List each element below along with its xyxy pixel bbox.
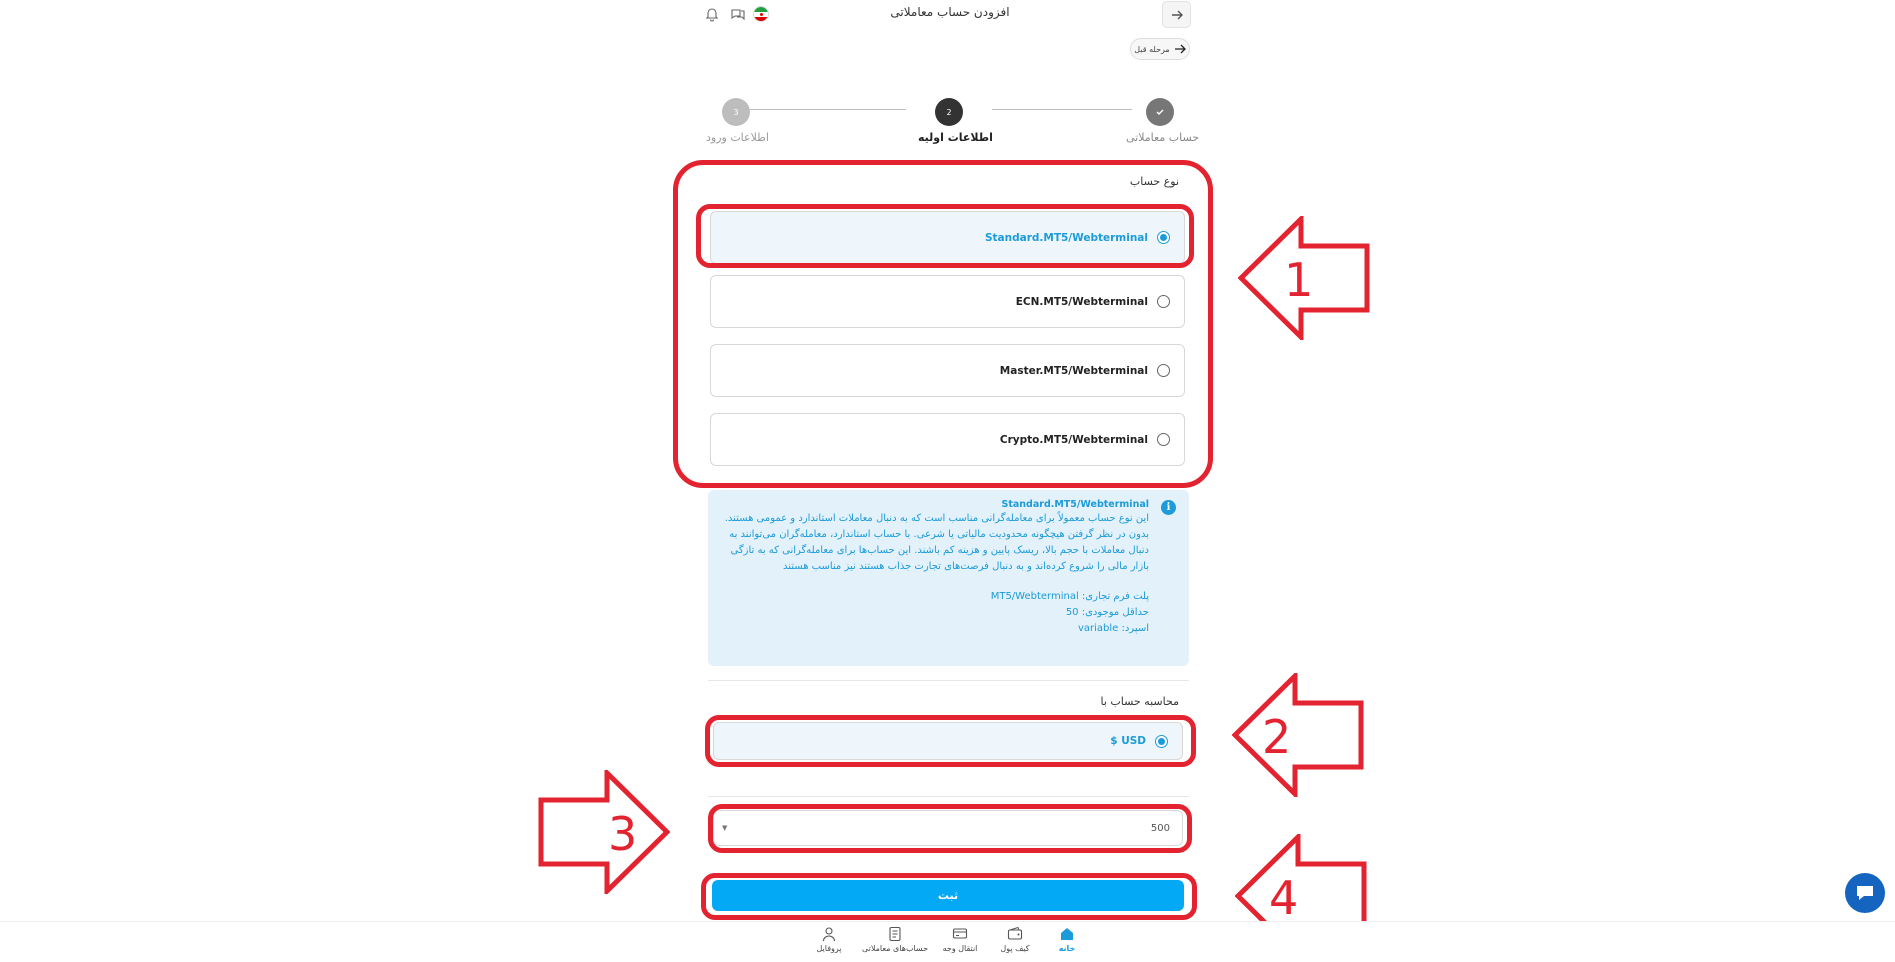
annotation-arrow-1: 1 [1238, 216, 1370, 340]
bottom-navigation: پروفایل حساب‌های معاملاتی انتقال وجه کیف… [0, 921, 1895, 962]
annotation-highlight-submit [701, 873, 1197, 920]
step-1-circle [1146, 98, 1174, 126]
support-chat-button[interactable] [1845, 873, 1885, 913]
annotation-number: 2 [1262, 710, 1291, 764]
nav-label: حساب‌های معاملاتی [861, 944, 929, 953]
annotation-number: 1 [1284, 253, 1313, 307]
currency-title: محاسبه حساب با [1100, 695, 1179, 708]
transfer-icon [952, 928, 968, 939]
annotation-highlight-amount [708, 804, 1192, 853]
annotation-highlight-standard-option [696, 204, 1194, 268]
stepper-line [992, 109, 1132, 110]
step-3-circle: 3 [722, 98, 750, 126]
info-platform: پلت فرم تجاری: MT5/Webterminal [990, 591, 1149, 602]
annotation-arrow-3: 3 [538, 770, 670, 894]
arrow-right-icon [1174, 44, 1186, 54]
nav-item-home[interactable]: خانه [1032, 926, 1102, 953]
previous-step-label: مرحله قبل [1134, 44, 1170, 54]
home-icon [1061, 928, 1073, 940]
step-2-circle: 2 [935, 98, 963, 126]
annotation-number: 3 [608, 807, 637, 861]
info-spread: اسپرد: variable [1077, 623, 1149, 634]
wallet-icon [1007, 926, 1023, 940]
chat-icon [1857, 886, 1873, 900]
step-1-label: حساب معاملاتی [1126, 131, 1200, 144]
annotation-arrow-2: 2 [1232, 673, 1364, 797]
back-button[interactable] [1162, 1, 1191, 28]
user-icon [822, 927, 836, 942]
check-icon [1156, 109, 1164, 115]
page-title: افزودن حساب معاملاتی [890, 5, 1010, 19]
previous-step-button[interactable]: مرحله قبل [1130, 38, 1190, 60]
bell-icon[interactable] [704, 6, 720, 22]
annotation-highlight-currency [705, 715, 1196, 767]
step-2-label: اطلاعات اولیه [918, 131, 993, 144]
nav-item-trading-accounts[interactable]: حساب‌های معاملاتی [860, 926, 930, 953]
step-3-label: اطلاعات ورود [706, 131, 769, 144]
chat-bubbles-icon[interactable] [730, 6, 746, 22]
nav-label: پروفایل [816, 944, 842, 953]
divider [708, 680, 1189, 681]
info-description: این نوع حساب معمولاً برای معامله‌گرانی م… [724, 513, 1149, 572]
account-info-box: i Standard.MT5/Webterminal این نوع حساب … [708, 490, 1189, 666]
arrow-right-icon [1171, 10, 1183, 19]
info-min-balance: حداقل موجودی: 50 [1065, 607, 1149, 618]
annotation-number: 4 [1269, 871, 1298, 925]
divider [708, 796, 1189, 797]
info-title: Standard.MT5/Webterminal [1001, 499, 1149, 510]
document-icon [889, 926, 901, 942]
info-icon: i [1161, 500, 1176, 515]
iran-flag-icon[interactable] [753, 6, 769, 22]
stepper-line [750, 109, 906, 110]
nav-label: خانه [1058, 944, 1076, 953]
nav-item-profile[interactable]: پروفایل [794, 926, 864, 953]
